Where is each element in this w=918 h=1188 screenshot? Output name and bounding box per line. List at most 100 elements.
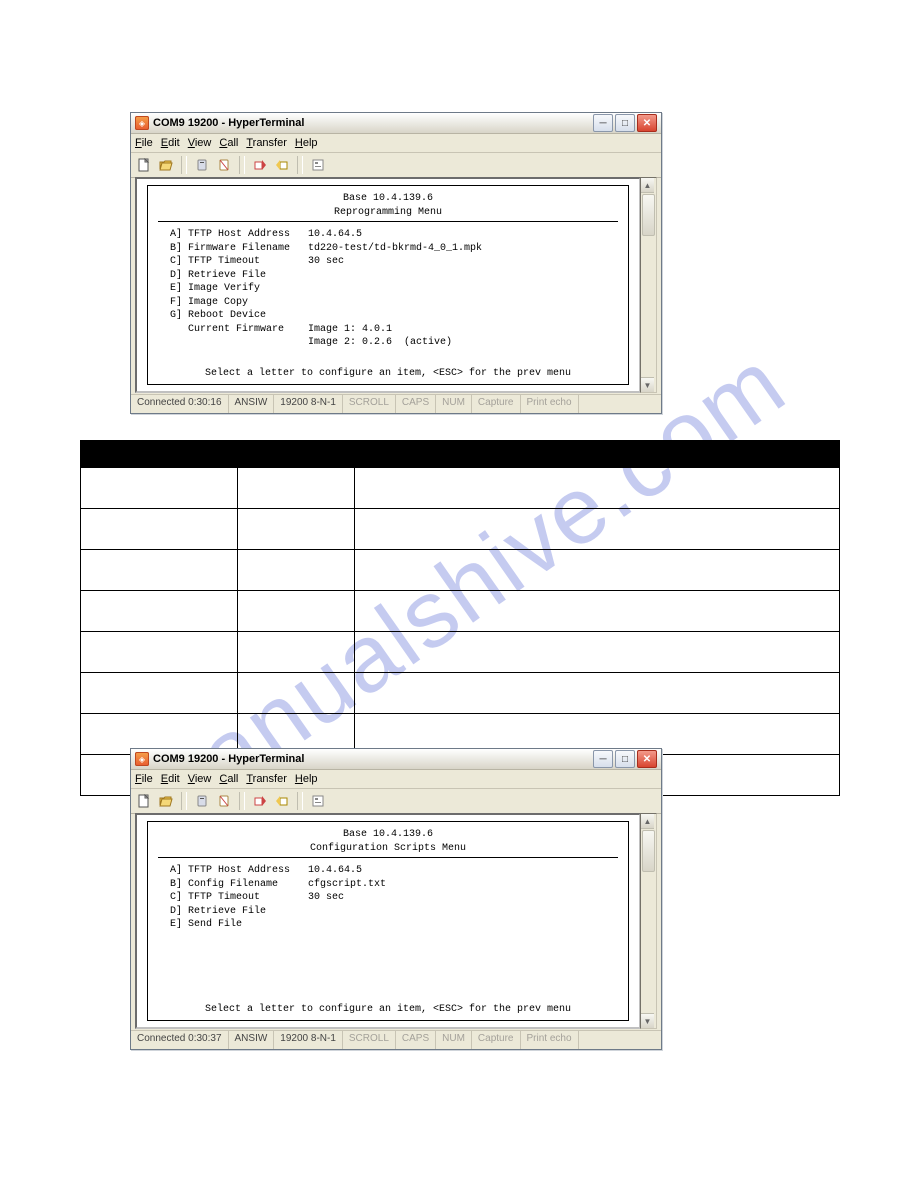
menu-item-c: C] TFTP Timeout 30 sec: [158, 891, 618, 905]
table-header-desc: [355, 441, 840, 468]
status-port: 19200 8-N-1: [274, 1031, 343, 1049]
menu-header-title: Configuration Scripts Menu: [158, 842, 618, 856]
table-row: [81, 509, 840, 550]
table-row: [81, 632, 840, 673]
disconnect-icon[interactable]: [215, 156, 233, 174]
menu-call[interactable]: Call: [219, 773, 238, 785]
menu-item-c: C] TFTP Timeout 30 sec: [158, 255, 618, 269]
scroll-up-icon[interactable]: ▲: [641, 814, 654, 829]
menu-header-title: Reprogramming Menu: [158, 206, 618, 220]
table-row: [81, 468, 840, 509]
titlebar[interactable]: ◈ COM9 19200 - HyperTerminal ─ □ ✕: [131, 749, 661, 770]
send-icon[interactable]: [251, 792, 269, 810]
menu-item-b: B] Firmware Filename td220-test/td-bkrmd…: [158, 242, 618, 256]
terminal-area[interactable]: Base 10.4.139.6 Configuration Scripts Me…: [135, 813, 641, 1029]
properties-icon[interactable]: [309, 792, 327, 810]
receive-icon[interactable]: [273, 792, 291, 810]
menu-item-d: D] Retrieve File: [158, 905, 618, 919]
menu-item-e: E] Image Verify: [158, 282, 618, 296]
menu-item-b: B] Config Filename cfgscript.txt: [158, 878, 618, 892]
menu-view[interactable]: View: [188, 137, 212, 149]
menu-transfer[interactable]: Transfer: [246, 137, 287, 149]
app-icon: ◈: [135, 116, 149, 130]
maximize-button[interactable]: □: [615, 750, 635, 768]
status-printecho: Print echo: [521, 1031, 579, 1049]
parameter-table: [80, 440, 840, 796]
window-title: COM9 19200 - HyperTerminal: [153, 753, 589, 765]
close-button[interactable]: ✕: [637, 750, 657, 768]
scrollbar[interactable]: ▲ ▼: [640, 813, 657, 1029]
menu-help[interactable]: Help: [295, 773, 318, 785]
table-row: [81, 550, 840, 591]
status-num: NUM: [436, 1031, 472, 1049]
menu-help[interactable]: Help: [295, 137, 318, 149]
minimize-button[interactable]: ─: [593, 114, 613, 132]
terminal-content: Base 10.4.139.6 Reprogramming Menu A] TF…: [147, 185, 629, 385]
menu-edit[interactable]: Edit: [161, 773, 180, 785]
menu-transfer[interactable]: Transfer: [246, 773, 287, 785]
status-emulation: ANSIW: [229, 395, 275, 413]
app-icon: ◈: [135, 752, 149, 766]
current-fw-line2: Image 2: 0.2.6 (active): [158, 336, 618, 350]
menu-header-ip: Base 10.4.139.6: [158, 828, 618, 842]
menubar[interactable]: File Edit View Call Transfer Help: [131, 770, 661, 789]
status-port: 19200 8-N-1: [274, 395, 343, 413]
menu-call[interactable]: Call: [219, 137, 238, 149]
table-row: [81, 591, 840, 632]
menu-footer: Select a letter to configure an item, <E…: [148, 1003, 628, 1017]
window-config-scripts: ◈ COM9 19200 - HyperTerminal ─ □ ✕ File …: [130, 748, 662, 1050]
maximize-button[interactable]: □: [615, 114, 635, 132]
properties-icon[interactable]: [309, 156, 327, 174]
menu-file[interactable]: File: [135, 137, 153, 149]
status-printecho: Print echo: [521, 395, 579, 413]
scroll-thumb[interactable]: [642, 830, 655, 872]
disconnect-icon[interactable]: [215, 792, 233, 810]
scroll-down-icon[interactable]: ▼: [641, 377, 654, 392]
menu-item-f: F] Image Copy: [158, 296, 618, 310]
close-button[interactable]: ✕: [637, 114, 657, 132]
status-capture: Capture: [472, 1031, 521, 1049]
scroll-up-icon[interactable]: ▲: [641, 178, 654, 193]
terminal-area[interactable]: Base 10.4.139.6 Reprogramming Menu A] TF…: [135, 177, 641, 393]
statusbar: Connected 0:30:37 ANSIW 19200 8-N-1 SCRO…: [131, 1030, 661, 1049]
toolbar[interactable]: [131, 153, 661, 178]
terminal-content: Base 10.4.139.6 Configuration Scripts Me…: [147, 821, 629, 1021]
table-header-param: [81, 441, 238, 468]
status-scroll: SCROLL: [343, 395, 396, 413]
minimize-button[interactable]: ─: [593, 750, 613, 768]
status-emulation: ANSIW: [229, 1031, 275, 1049]
window-title: COM9 19200 - HyperTerminal: [153, 117, 589, 129]
menu-item-d: D] Retrieve File: [158, 269, 618, 283]
status-connected: Connected 0:30:16: [131, 395, 229, 413]
status-connected: Connected 0:30:37: [131, 1031, 229, 1049]
connect-icon[interactable]: [193, 792, 211, 810]
menu-header-ip: Base 10.4.139.6: [158, 192, 618, 206]
connect-icon[interactable]: [193, 156, 211, 174]
receive-icon[interactable]: [273, 156, 291, 174]
status-caps: CAPS: [396, 395, 436, 413]
send-icon[interactable]: [251, 156, 269, 174]
open-icon[interactable]: [157, 156, 175, 174]
statusbar: Connected 0:30:16 ANSIW 19200 8-N-1 SCRO…: [131, 394, 661, 413]
status-caps: CAPS: [396, 1031, 436, 1049]
window-reprogramming: ◈ COM9 19200 - HyperTerminal ─ □ ✕ File …: [130, 112, 662, 414]
menubar[interactable]: File Edit View Call Transfer Help: [131, 134, 661, 153]
menu-file[interactable]: File: [135, 773, 153, 785]
scrollbar[interactable]: ▲ ▼: [640, 177, 657, 393]
menu-edit[interactable]: Edit: [161, 137, 180, 149]
menu-view[interactable]: View: [188, 773, 212, 785]
status-capture: Capture: [472, 395, 521, 413]
open-icon[interactable]: [157, 792, 175, 810]
status-scroll: SCROLL: [343, 1031, 396, 1049]
table-header-default: [238, 441, 355, 468]
new-icon[interactable]: [135, 156, 153, 174]
menu-item-e: E] Send File: [158, 918, 618, 932]
scroll-thumb[interactable]: [642, 194, 655, 236]
menu-item-g: G] Reboot Device: [158, 309, 618, 323]
scroll-down-icon[interactable]: ▼: [641, 1013, 654, 1028]
new-icon[interactable]: [135, 792, 153, 810]
status-num: NUM: [436, 395, 472, 413]
toolbar[interactable]: [131, 789, 661, 814]
titlebar[interactable]: ◈ COM9 19200 - HyperTerminal ─ □ ✕: [131, 113, 661, 134]
menu-footer: Select a letter to configure an item, <E…: [148, 367, 628, 381]
